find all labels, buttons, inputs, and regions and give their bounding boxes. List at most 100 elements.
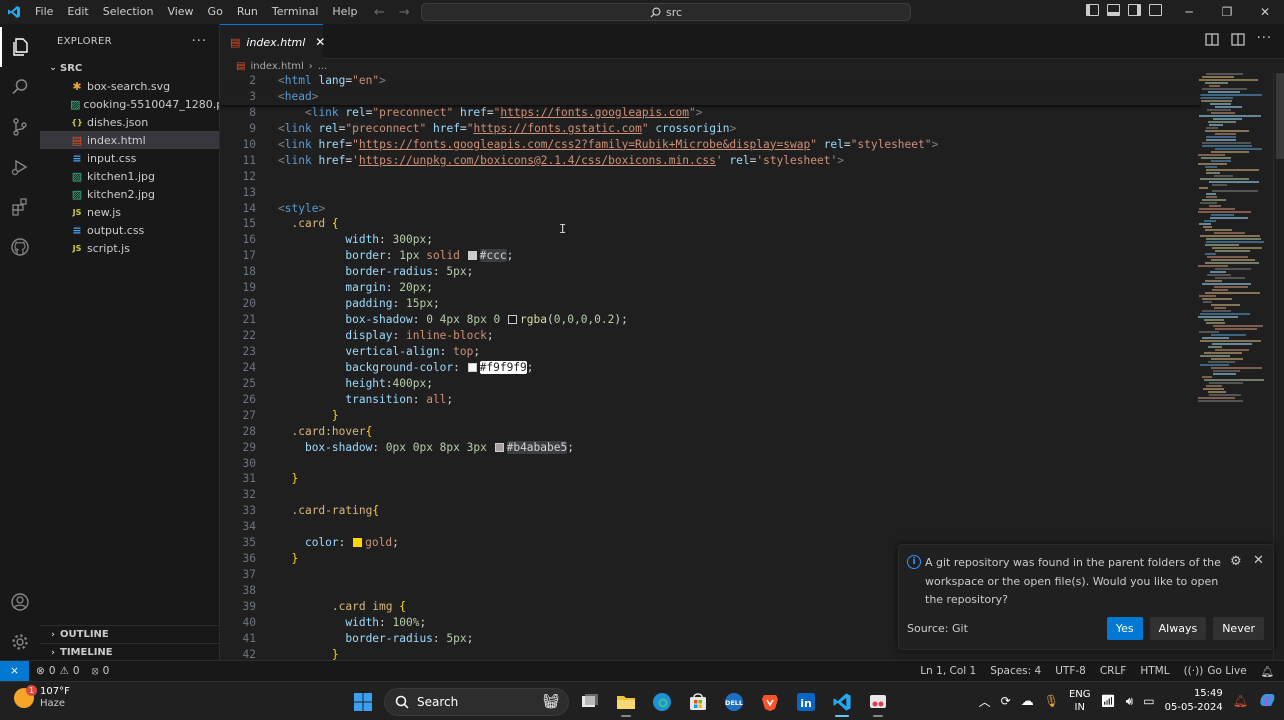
task-view-icon[interactable] [575, 687, 605, 717]
back-arrow-icon[interactable]: ← [374, 5, 385, 20]
close-notification-icon[interactable]: ✕ [1253, 553, 1264, 568]
edge-browser-icon[interactable] [647, 687, 677, 717]
file-item[interactable]: ▨ kitchen1.jpg [40, 167, 219, 185]
customize-layout-icon[interactable] [1149, 4, 1162, 16]
problems-indicator[interactable]: ⊗ 0 ⚠ 0 [36, 665, 80, 677]
input-language[interactable]: ENG IN [1069, 688, 1091, 714]
file-item[interactable]: ▨ kitchen2.jpg [40, 185, 219, 203]
folder-src[interactable]: ⌄ SRC [40, 59, 219, 77]
timeline-section[interactable]: › TIMELINE [40, 643, 220, 661]
start-windows-icon[interactable] [348, 687, 378, 717]
menu-help[interactable]: Help [325, 0, 364, 24]
go-live-button[interactable]: ((·)) Go Live [1184, 665, 1247, 677]
show-hidden-icons-chevron-up-icon[interactable]: ︿ [979, 693, 991, 710]
end-of-line[interactable]: CRLF [1100, 665, 1127, 677]
file-item[interactable]: JS script.js [40, 239, 219, 257]
url-link[interactable]: https://fonts.gstatic.com [473, 122, 641, 135]
copilot-icon[interactable] [1258, 691, 1276, 712]
weather-widget[interactable]: 1 107°F Haze [14, 685, 70, 710]
extensions-icon[interactable] [0, 187, 40, 227]
color-swatch[interactable] [494, 442, 504, 452]
never-button[interactable]: Never [1213, 617, 1264, 640]
forward-arrow-icon[interactable]: → [399, 5, 410, 20]
breadcrumb-file[interactable]: index.html [250, 61, 303, 72]
menu-selection[interactable]: Selection [96, 0, 161, 24]
indentation[interactable]: Spaces: 4 [990, 665, 1041, 677]
outline-section[interactable]: › OUTLINE [40, 625, 220, 643]
wifi-icon[interactable]: 📶︎ [1101, 694, 1116, 708]
file-item[interactable]: JS new.js [40, 203, 219, 221]
microphone-icon[interactable]: 🎙︎ [1044, 694, 1059, 708]
explorer-icon[interactable] [0, 27, 40, 67]
minimize-icon[interactable]: ─ [1170, 0, 1208, 24]
breadcrumb-rest[interactable]: ... [318, 61, 328, 72]
linkedin-icon[interactable]: in [791, 687, 821, 717]
url-link[interactable]: https://unpkg.com/boxicons@2.1.4/css/box… [359, 154, 716, 167]
yes-button[interactable]: Yes [1106, 617, 1143, 640]
close-tab-icon[interactable]: ✕ [315, 35, 325, 49]
maximize-icon[interactable]: ❐ [1208, 0, 1246, 24]
snipping-tool-icon[interactable] [863, 687, 893, 717]
color-swatch[interactable] [467, 362, 477, 372]
file-explorer-icon[interactable] [611, 687, 641, 717]
toggle-panel-icon[interactable] [1107, 4, 1120, 16]
always-button[interactable]: Always [1149, 617, 1207, 640]
toggle-secondary-sidebar-icon[interactable] [1128, 4, 1141, 16]
file-item[interactable]: ▤ index.html [40, 131, 219, 149]
color-swatch[interactable] [467, 251, 477, 261]
battery-icon[interactable]: ▭ [1143, 694, 1154, 708]
file-item[interactable]: ▨ cooking-5510047_1280.p... [40, 95, 219, 113]
github-icon[interactable] [0, 227, 40, 267]
open-preview-icon[interactable] [1204, 33, 1219, 49]
toggle-primary-sidebar-icon[interactable] [1086, 4, 1099, 16]
scrollbar-thumb[interactable] [1276, 73, 1284, 159]
file-item[interactable]: {} dishes.json [40, 113, 219, 131]
encoding[interactable]: UTF-8 [1055, 665, 1086, 677]
menu-terminal[interactable]: Terminal [265, 0, 326, 24]
file-item[interactable]: ✱ box-search.svg [40, 77, 219, 95]
more-actions-icon[interactable]: ··· [1257, 32, 1272, 49]
notification-bell-icon[interactable]: 🔔︎ [1233, 694, 1248, 708]
minimap[interactable] [1198, 73, 1273, 413]
color-swatch[interactable] [353, 538, 363, 548]
taskbar-search[interactable]: Search 🧺︎ [384, 688, 569, 716]
tab-index-html[interactable]: ▤ index.html ✕ [220, 24, 325, 59]
cursor-position[interactable]: Ln 1, Col 1 [920, 665, 976, 677]
accounts-icon[interactable] [0, 582, 40, 622]
menu-file[interactable]: File [28, 0, 60, 24]
url-link[interactable]: https://fonts.googleapis.com/css2?family… [359, 138, 810, 151]
microsoft-store-icon[interactable] [683, 687, 713, 717]
volume-icon[interactable]: 🔊︎ [1126, 694, 1134, 709]
file-item[interactable]: ≡ output.css [40, 221, 219, 239]
vscode-taskbar-icon[interactable] [827, 687, 857, 717]
vertical-scrollbar[interactable] [1273, 73, 1284, 660]
more-actions-icon[interactable]: ··· [192, 34, 207, 49]
search-view-icon[interactable] [0, 67, 40, 107]
menu-edit[interactable]: Edit [60, 0, 95, 24]
url-link[interactable]: https://fonts.googleapis.com [500, 106, 689, 119]
ports-indicator[interactable]: ⦻ 0 [92, 665, 110, 678]
weather-sun-icon: 1 [14, 685, 37, 708]
source-control-icon[interactable] [0, 107, 40, 147]
notifications-bell-icon[interactable]: 🔔︎ [1261, 665, 1274, 678]
remote-indicator-icon[interactable]: ⨯ [0, 661, 29, 681]
dell-icon[interactable]: DELL [719, 687, 749, 717]
minimap-line [1213, 370, 1240, 372]
menu-run[interactable]: Run [230, 0, 265, 24]
language-mode[interactable]: HTML [1140, 665, 1169, 677]
settings-gear-icon[interactable] [0, 622, 40, 662]
command-center-search[interactable]: src [421, 3, 911, 21]
clock[interactable]: 15:49 05-05-2024 [1165, 687, 1223, 715]
brave-browser-icon[interactable] [755, 687, 785, 717]
run-debug-icon[interactable] [0, 147, 40, 187]
split-editor-icon[interactable] [1230, 33, 1245, 49]
sync-app-icon[interactable]: ⟳ [1001, 694, 1011, 708]
onedrive-cloud-icon[interactable]: ☁ [1021, 694, 1034, 709]
menu-view[interactable]: View [160, 0, 200, 24]
notification-settings-icon[interactable]: ⚙ [1230, 554, 1242, 569]
close-window-icon[interactable]: ✕ [1246, 0, 1284, 24]
code-line: 30 [242, 456, 256, 470]
color-swatch[interactable] [508, 315, 518, 325]
menu-go[interactable]: Go [201, 0, 230, 24]
file-item[interactable]: ≡ input.css [40, 149, 219, 167]
